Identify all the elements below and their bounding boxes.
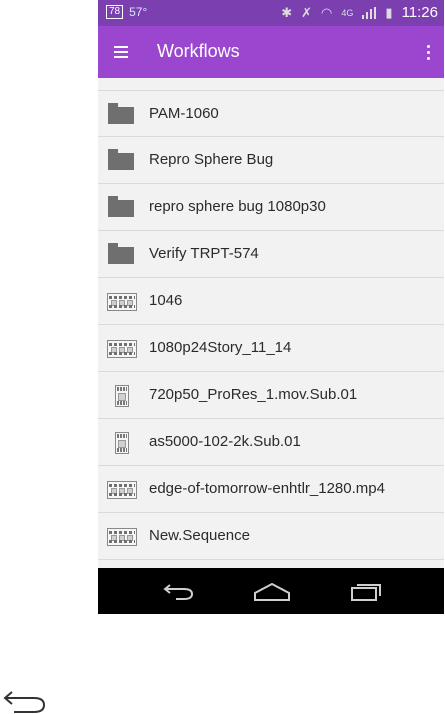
clip-icon — [106, 382, 136, 408]
workflow-list: PAM-1060 Repro Sphere Bug repro sphere bug… — [98, 90, 444, 564]
list-item-label: repro sphere bug 1080p30 — [149, 198, 326, 215]
page-title: Workflows — [157, 41, 240, 61]
list-item[interactable]: repro sphere bug 1080p30 — [98, 184, 444, 231]
hamburger-menu-icon[interactable] — [110, 43, 132, 61]
list-item-label: Verify TRPT-574 — [149, 245, 259, 262]
clock: 11:26 — [401, 4, 438, 21]
list-item-label: Repro Sphere Bug — [149, 151, 274, 168]
folder-icon — [106, 101, 136, 127]
folder-icon — [106, 147, 136, 173]
back-icon[interactable] — [162, 580, 196, 602]
status-bar: 78 57° ✱ ✗ ◠ 4G ▮ 11:26 — [98, 0, 444, 26]
folder-icon — [106, 194, 136, 220]
wifi-icon: ◠ — [321, 4, 333, 20]
navigation-bar — [98, 568, 444, 614]
list-item[interactable]: edge-of-tomorrow-enhtlr_1280.mp4 — [98, 466, 444, 513]
network-type: 4G — [341, 7, 354, 18]
phone-screen: 78 57° ✱ ✗ ◠ 4G ▮ 11:26 Workflows PAM-10… — [98, 0, 444, 614]
battery-icon: ▮ — [385, 4, 393, 20]
clip-icon — [106, 429, 136, 455]
list-item[interactable]: New.Sequence — [98, 513, 444, 560]
home-icon[interactable] — [252, 582, 292, 602]
overflow-menu-icon[interactable] — [418, 40, 438, 64]
list-item-label: 1080p24Story_11_14 — [149, 339, 292, 356]
list-item[interactable]: 1080p24Story_11_14 — [98, 325, 444, 372]
list-item-label: as5000-102-2k.Sub.01 — [149, 433, 301, 450]
list-item-label: New.Sequence — [149, 527, 250, 544]
list-item[interactable]: 720p50_ProRes_1.mov.Sub.01 — [98, 372, 444, 419]
mute-icon: ✗ — [301, 4, 313, 20]
notification-badge: 78 — [106, 5, 124, 19]
back-icon[interactable] — [2, 688, 46, 714]
list-item[interactable]: 1046 — [98, 278, 444, 325]
list-item-label: PAM-1060 — [149, 105, 219, 122]
filmstrip-icon — [106, 335, 137, 361]
list-item-label: edge-of-tomorrow-enhtlr_1280.mp4 — [149, 480, 385, 497]
list-item[interactable]: as5000-102-2k.Sub.01 — [98, 419, 444, 466]
list-item-label: 1046 — [149, 292, 183, 309]
list-item[interactable]: PAM-1060 — [98, 90, 444, 137]
signal-icon — [362, 6, 377, 19]
list-item[interactable]: Repro Sphere Bug — [98, 137, 444, 184]
filmstrip-icon — [106, 523, 137, 549]
folder-icon — [106, 241, 136, 267]
bluetooth-icon: ✱ — [281, 4, 293, 20]
recent-apps-icon[interactable] — [349, 581, 383, 603]
filmstrip-icon — [106, 476, 137, 502]
temperature: 57° — [129, 5, 148, 19]
filmstrip-icon — [106, 288, 137, 314]
app-bar: Workflows — [98, 26, 444, 78]
list-item[interactable]: Verify TRPT-574 — [98, 231, 444, 278]
list-item-label: 720p50_ProRes_1.mov.Sub.01 — [149, 386, 358, 403]
